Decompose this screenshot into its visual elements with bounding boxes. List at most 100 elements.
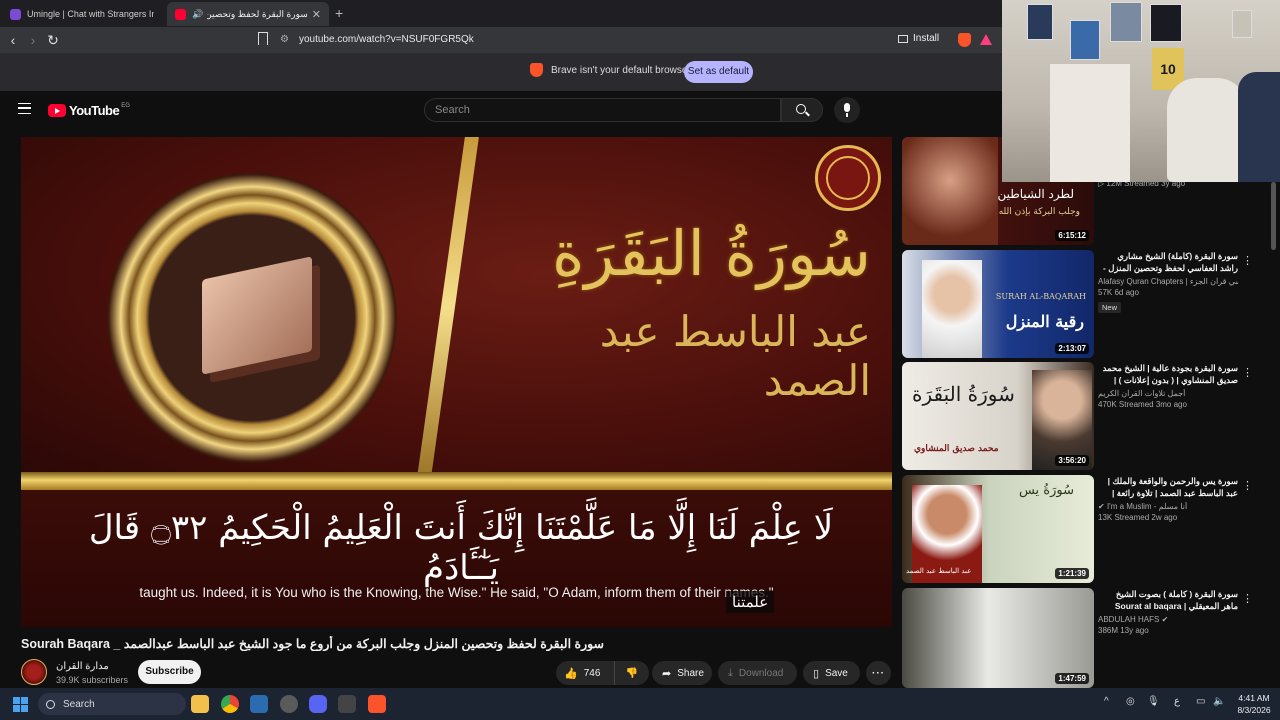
reciter-name-calligraphy: عبد الباسط عبد الصمد bbox=[599, 307, 871, 405]
taskbar-search[interactable]: Search bbox=[38, 693, 186, 715]
windows-start-icon[interactable] bbox=[13, 697, 28, 712]
open-quran-book-icon bbox=[202, 256, 312, 375]
install-button[interactable]: Install bbox=[898, 33, 939, 44]
search-input[interactable]: Search bbox=[424, 98, 781, 122]
video-duration: 2:13:07 bbox=[1055, 343, 1089, 354]
thumbnail-caption: لطرد الشياطين bbox=[997, 187, 1074, 201]
room-door bbox=[1050, 64, 1130, 182]
share-button[interactable]: ➦ Share bbox=[652, 661, 712, 685]
channel-name[interactable]: مدارة القران bbox=[56, 661, 109, 672]
surah-title-calligraphy: سُورَةُ البَقَرَةِ bbox=[552, 217, 871, 290]
wall-poster bbox=[1070, 20, 1100, 60]
share-label: Share bbox=[677, 667, 704, 679]
voice-search-mic-icon[interactable] bbox=[834, 97, 860, 123]
recommended-video-2[interactable]: SURAH AL-BAQARAH رقية المنزل 2:13:07 سور… bbox=[902, 250, 1272, 358]
forward-arrow-icon[interactable]: › bbox=[24, 31, 42, 49]
channel-name[interactable]: ✔ I'm a Muslim - أنا مسلم bbox=[1098, 502, 1238, 511]
discord-icon[interactable] bbox=[309, 695, 327, 713]
quran-medallion-image bbox=[107, 173, 397, 463]
app-icon[interactable] bbox=[338, 695, 356, 713]
install-label: Install bbox=[913, 33, 940, 44]
brave-rewards-icon[interactable] bbox=[980, 34, 992, 45]
search-icon bbox=[46, 699, 55, 709]
menu-icon[interactable] bbox=[18, 103, 31, 114]
network-icon[interactable]: ▭ bbox=[1196, 696, 1205, 707]
volume-icon[interactable]: 🔈 bbox=[1213, 696, 1225, 707]
more-options-icon[interactable]: ⋮ bbox=[1242, 479, 1253, 492]
like-count: 746 bbox=[583, 667, 601, 679]
video-stats: 470K Streamed 3mo ago bbox=[1098, 400, 1187, 409]
save-label: Save bbox=[825, 667, 848, 679]
more-options-icon[interactable]: ⋮ bbox=[1242, 254, 1253, 267]
video-title[interactable]: سورة البقرة ( كاملة ) بصوت الشيخ ماهر ال… bbox=[1098, 588, 1238, 612]
tab-umingle[interactable]: Umingle | Chat with Strangers Instant bbox=[2, 2, 162, 26]
youtube-logo[interactable]: YouTube EG bbox=[48, 103, 130, 118]
input-language[interactable]: ع bbox=[1174, 696, 1180, 707]
recommended-video-4[interactable]: سُورَةُ يس عبد الباسط عبد الصمد 1:21:39 … bbox=[902, 475, 1272, 583]
like-button[interactable]: 👍 746 bbox=[556, 661, 615, 685]
bookmark-icon[interactable] bbox=[258, 32, 268, 45]
monitor-icon bbox=[898, 34, 908, 43]
recommended-video-3[interactable]: سُورَةُ البَقَرَة محمد صديق المنشاوي 3:5… bbox=[902, 362, 1272, 470]
search-icon bbox=[796, 104, 806, 114]
system-clock[interactable]: 4:41 AM 8/3/2026 bbox=[1230, 692, 1278, 716]
gaming-chair bbox=[1167, 78, 1247, 182]
microphone-icon[interactable]: 🎙 bbox=[1147, 696, 1160, 707]
tab-title: Umingle | Chat with Strangers Instant bbox=[27, 9, 154, 19]
video-title[interactable]: سورة البقرة (كاملة) الشيخ مشاري راشد الع… bbox=[1098, 250, 1238, 274]
channel-name[interactable]: ABDULAH HAFS ✔ bbox=[1098, 615, 1238, 624]
video-title[interactable]: سورة البقرة بجودة عالية | الشيخ محمد صدي… bbox=[1098, 362, 1238, 386]
download-button[interactable]: ⤓ Download bbox=[718, 661, 797, 685]
subscribe-button[interactable]: Subscribe bbox=[138, 660, 201, 684]
video-thumbnail[interactable]: سُورَةُ يس عبد الباسط عبد الصمد 1:21:39 bbox=[902, 475, 1094, 583]
closed-caption: علمتنا bbox=[726, 591, 775, 613]
tray-chevron-icon[interactable]: ^ bbox=[1104, 696, 1109, 707]
tray-app-icon[interactable]: ◎ bbox=[1126, 696, 1135, 707]
video-duration: 1:21:39 bbox=[1055, 568, 1089, 579]
video-thumbnail[interactable]: سُورَةُ البَقَرَة محمد صديق المنشاوي 3:5… bbox=[902, 362, 1094, 470]
channel-name[interactable]: Alafasy Quran Chapters | العفاسي قرآن ال… bbox=[1098, 277, 1238, 286]
save-button[interactable]: ▯ Save bbox=[803, 661, 860, 685]
brave-shields-icon[interactable] bbox=[958, 33, 971, 47]
tab-youtube-active[interactable]: 🔊 سورة البقرة لحفظ وتحصين المنـ ✕ bbox=[167, 2, 329, 26]
chrome-icon[interactable] bbox=[221, 695, 239, 713]
new-badge: New bbox=[1098, 302, 1122, 313]
video-thumbnail[interactable]: SURAH AL-BAQARAH رقية المنزل 2:13:07 bbox=[902, 250, 1094, 358]
download-label: Download bbox=[738, 667, 784, 679]
brave-lion-icon bbox=[530, 63, 543, 77]
thumbs-down-icon: 👎 bbox=[625, 667, 639, 679]
channel-avatar[interactable] bbox=[21, 659, 47, 685]
app-icon[interactable] bbox=[250, 695, 268, 713]
reload-icon[interactable]: ↻ bbox=[44, 31, 62, 49]
recommended-video-5[interactable]: 1:47:59 سورة البقرة ( كاملة ) بصوت الشيخ… bbox=[902, 588, 1272, 688]
video-player[interactable]: سُورَةُ البَقَرَةِ عبد الباسط عبد الصمد … bbox=[21, 137, 892, 627]
dislike-button[interactable]: 👎 bbox=[615, 661, 649, 685]
video-title: سورة البقرة لحفظ وتحصين المنزل وجلب البر… bbox=[21, 637, 605, 651]
speaker-icon[interactable]: 🔊 bbox=[192, 9, 203, 20]
taskbar-search-label: Search bbox=[63, 698, 95, 710]
video-duration: 1:47:59 bbox=[1055, 673, 1089, 684]
brave-icon[interactable] bbox=[368, 695, 386, 713]
more-actions-button[interactable]: ··· bbox=[866, 661, 891, 685]
clock-time: 4:41 AM bbox=[1238, 693, 1270, 703]
site-settings-icon[interactable]: ⚙ bbox=[280, 34, 289, 45]
thumbnail-subcaption: SURAH AL-BAQARAH bbox=[995, 292, 1086, 301]
new-tab-icon[interactable]: + bbox=[335, 5, 343, 21]
webcam-overlay: 10 bbox=[1002, 0, 1280, 182]
back-arrow-icon[interactable]: ‹ bbox=[4, 31, 22, 49]
close-tab-icon[interactable]: ✕ bbox=[312, 8, 321, 21]
more-options-icon[interactable]: ⋮ bbox=[1242, 592, 1253, 605]
file-explorer-icon[interactable] bbox=[191, 695, 209, 713]
channel-name[interactable]: أجمل تلاوات القرآن الكريم bbox=[1098, 389, 1238, 398]
url-field[interactable]: ⚙ youtube.com/watch?v=NSUF0FGR5Qk bbox=[280, 30, 880, 50]
search-button[interactable] bbox=[781, 98, 823, 122]
video-thumbnail[interactable]: 1:47:59 bbox=[902, 588, 1094, 688]
thumbnail-subcaption: محمد صديق المنشاوي bbox=[914, 444, 999, 454]
more-options-icon[interactable]: ⋮ bbox=[1242, 366, 1253, 379]
set-as-default-button[interactable]: Set as default bbox=[684, 61, 753, 83]
wall-poster bbox=[1150, 4, 1182, 42]
sidebar-scrollbar[interactable] bbox=[1271, 182, 1276, 250]
video-title[interactable]: سورة يس والرحمن والواقعة والملك | عبد ال… bbox=[1098, 475, 1238, 499]
app-icon[interactable] bbox=[280, 695, 298, 713]
share-arrow-icon: ➦ bbox=[662, 667, 672, 680]
